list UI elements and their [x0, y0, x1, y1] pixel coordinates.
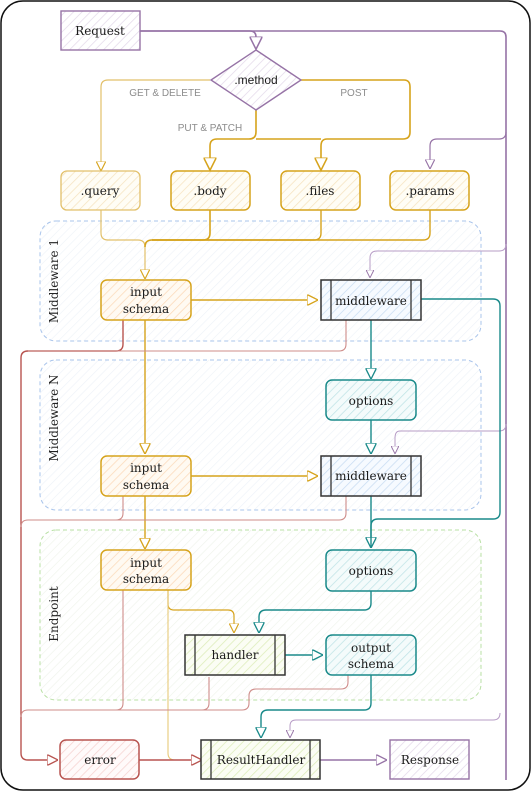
svg-text:middleware: middleware	[335, 469, 407, 483]
svg-text:schema: schema	[123, 478, 169, 492]
svg-text:schema: schema	[123, 302, 169, 316]
svg-text:handler: handler	[212, 648, 259, 662]
svg-text:options: options	[349, 564, 394, 578]
node-output-schema: output schema	[325, 634, 417, 676]
svg-text:input: input	[130, 556, 162, 570]
node-options-n: options	[325, 379, 417, 421]
svg-text:.query: .query	[81, 184, 120, 198]
svg-text:input: input	[130, 461, 162, 475]
node-params: .params	[389, 170, 470, 211]
node-handler: handler	[184, 634, 286, 676]
svg-text:Request: Request	[75, 24, 125, 38]
svg-text:options: options	[349, 394, 394, 408]
svg-text:.files: .files	[306, 184, 335, 198]
svg-text:Response: Response	[401, 753, 459, 767]
node-request: Request	[60, 10, 141, 51]
node-response: Response	[389, 739, 470, 780]
node-files: .files	[280, 170, 361, 211]
svg-text:ResultHandler: ResultHandler	[217, 753, 306, 767]
diagram-canvas: Middleware 1 Middleware N Endpoint GET &…	[0, 0, 531, 791]
edge-label-post: POST	[340, 88, 367, 99]
svg-text:middleware: middleware	[335, 294, 407, 308]
edge-label-get-delete: GET & DELETE	[129, 88, 201, 99]
node-body: .body	[170, 170, 251, 211]
node-options-endpoint: options	[325, 549, 417, 592]
group-label-middleware-n: Middleware N	[47, 374, 61, 461]
node-query: .query	[60, 170, 141, 211]
svg-text:schema: schema	[348, 657, 394, 671]
group-label-endpoint: Endpoint	[47, 586, 61, 642]
node-input-schema-n: input schema	[100, 455, 192, 497]
node-input-schema-endpoint: input schema	[100, 549, 192, 591]
node-error: error	[59, 739, 140, 780]
svg-text:error: error	[84, 753, 116, 767]
svg-text:.params: .params	[405, 184, 454, 198]
node-input-schema-1: input schema	[100, 279, 192, 321]
svg-text:.body: .body	[193, 184, 226, 198]
svg-text:.method: .method	[234, 73, 277, 87]
node-middleware-1: middleware	[320, 279, 422, 321]
svg-text:schema: schema	[123, 572, 169, 586]
flow-diagram: Middleware 1 Middleware N Endpoint GET &…	[0, 0, 531, 791]
edge-label-put-patch: PUT & PATCH	[178, 123, 242, 134]
svg-text:output: output	[351, 641, 391, 655]
svg-text:input: input	[130, 285, 162, 299]
group-label-middleware-1: Middleware 1	[47, 239, 61, 323]
node-middleware-n: middleware	[320, 455, 422, 497]
node-result-handler: ResultHandler	[200, 739, 321, 780]
